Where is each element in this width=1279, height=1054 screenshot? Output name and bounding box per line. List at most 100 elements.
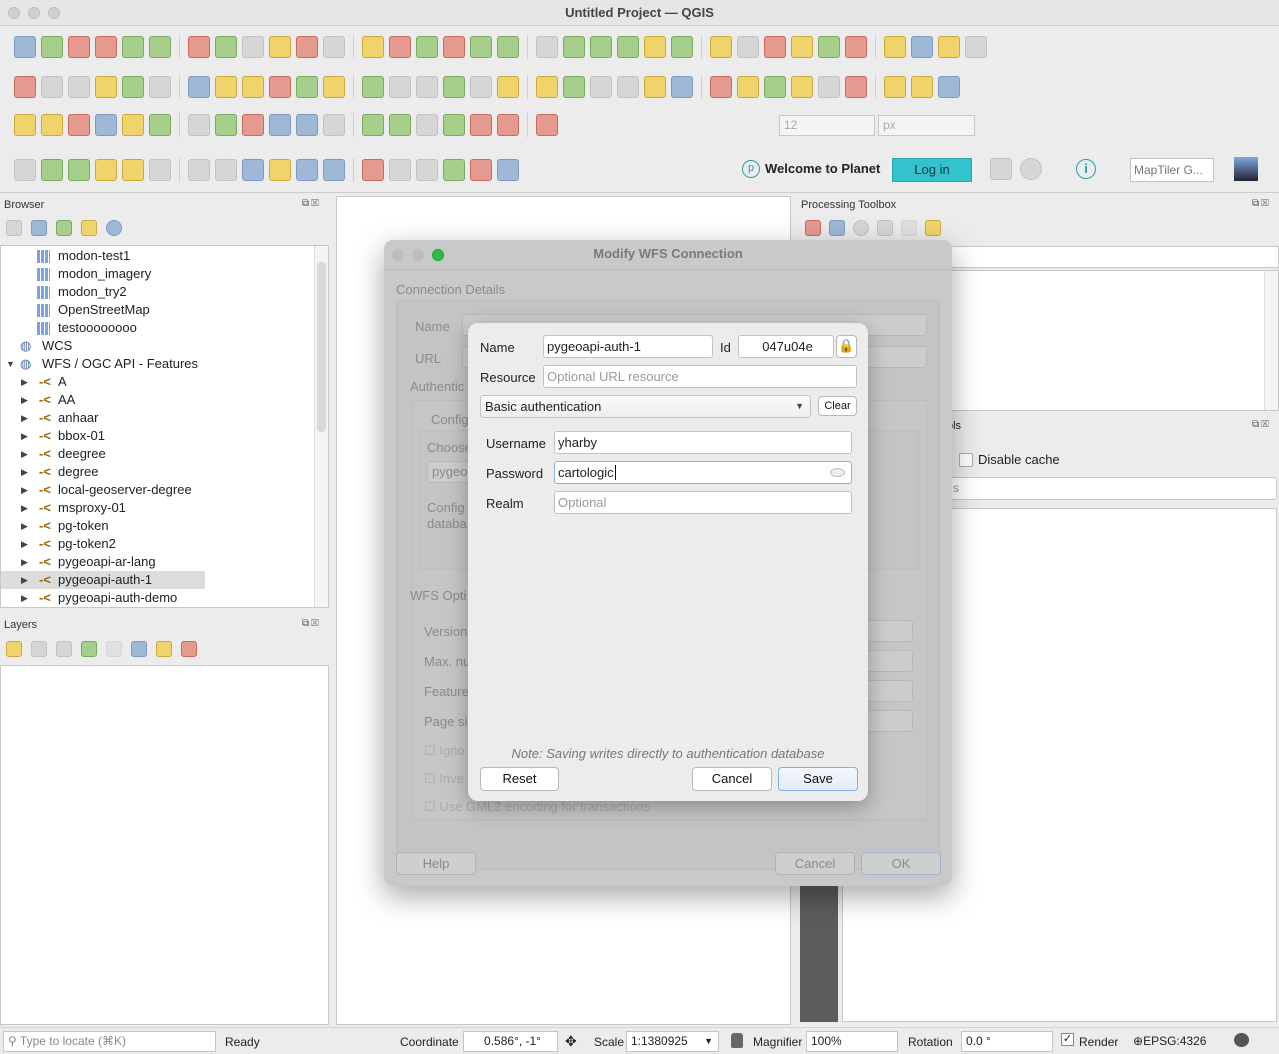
processing-scrollbar[interactable] <box>1264 271 1278 410</box>
metasearch-2-icon[interactable] <box>884 76 906 98</box>
offset-curve-icon[interactable] <box>68 114 90 136</box>
select-features-icon[interactable] <box>644 36 666 58</box>
browser-item[interactable]: testoooooooo <box>1 319 315 337</box>
expand-arrow-icon[interactable]: ▶ <box>21 463 28 481</box>
results-viewer-icon[interactable] <box>877 220 893 236</box>
identify-icon[interactable] <box>764 36 786 58</box>
collapse-all-icon[interactable] <box>156 641 172 657</box>
add-raster-icon[interactable] <box>149 76 171 98</box>
label-pin-icon[interactable] <box>617 76 639 98</box>
planet-flag-icon[interactable] <box>296 159 318 181</box>
label-rotate-icon[interactable] <box>737 76 759 98</box>
new-3d-view-icon[interactable] <box>497 36 519 58</box>
browser-item[interactable]: OpenStreetMap <box>1 301 315 319</box>
pin-icon[interactable] <box>470 159 492 181</box>
snapping-tolerance-input[interactable]: 12 <box>779 115 875 136</box>
add-point-icon[interactable] <box>95 159 117 181</box>
username-input[interactable]: yharby <box>554 431 852 454</box>
expand-all-icon[interactable] <box>131 641 147 657</box>
layout-manager-icon[interactable] <box>122 36 144 58</box>
ignore-axis-checkbox[interactable]: ☐ Igno <box>424 743 465 759</box>
browser-item[interactable]: ▶ -< AA <box>1 391 315 409</box>
auth-name-input[interactable]: pygeoapi-auth-1 <box>543 335 713 358</box>
locator-search-input[interactable]: ⚲ Type to locate (⌘K) <box>3 1031 216 1052</box>
vertex-tool-icon[interactable] <box>323 76 345 98</box>
georeferencer-icon[interactable] <box>269 159 291 181</box>
collapse-arrow-icon[interactable]: ▼ <box>6 355 15 373</box>
expand-arrow-icon[interactable]: ▶ <box>21 445 28 463</box>
expression-filter-icon[interactable] <box>106 641 122 657</box>
vertex-icon[interactable] <box>536 114 558 136</box>
expand-arrow-icon[interactable]: ▶ <box>21 427 28 445</box>
search-icon[interactable] <box>416 159 438 181</box>
locator-green-icon[interactable] <box>242 159 264 181</box>
layers-dock-buttons[interactable]: ⧉☒ <box>302 618 321 629</box>
browser-dock-buttons[interactable]: ⧉☒ <box>302 198 321 209</box>
auth-id-input[interactable]: 047u04e <box>738 335 834 358</box>
split-features-icon[interactable] <box>323 114 345 136</box>
browser-item[interactable]: ▶ -< pygeoapi-auth-demo <box>1 589 315 607</box>
delete-ring-icon[interactable] <box>215 114 237 136</box>
add-feature-icon[interactable] <box>362 76 384 98</box>
simplify-icon[interactable] <box>95 114 117 136</box>
gml2-checkbox[interactable]: ☐ Use GML2 encoding for transactions <box>424 799 650 815</box>
delete-part-icon[interactable] <box>242 114 264 136</box>
add-polygon-icon[interactable] <box>68 159 90 181</box>
select-label-icon[interactable] <box>41 159 63 181</box>
metasearch-icon[interactable] <box>845 76 867 98</box>
zoom-out-icon[interactable] <box>269 36 291 58</box>
satellite-icon[interactable] <box>497 159 519 181</box>
expand-arrow-icon[interactable]: ▶ <box>21 553 28 571</box>
pan-to-selection-icon[interactable] <box>215 36 237 58</box>
modify-attributes-icon[interactable] <box>389 76 411 98</box>
undo-icon[interactable] <box>536 76 558 98</box>
label-tool-icon[interactable] <box>14 159 36 181</box>
maptiler-search-input[interactable]: MapTiler G... <box>1130 158 1214 182</box>
expand-arrow-icon[interactable]: ▶ <box>21 409 28 427</box>
label-move-icon[interactable] <box>710 76 732 98</box>
lower-panel-input[interactable]: s <box>940 477 1277 500</box>
config-tab[interactable]: Config <box>431 412 469 427</box>
add-vector-icon[interactable] <box>188 76 210 98</box>
label-icon-2[interactable] <box>818 76 840 98</box>
history-icon[interactable] <box>853 220 869 236</box>
browser-item[interactable]: modon_try2 <box>1 283 315 301</box>
toggle-extents-icon[interactable]: ✥ <box>565 1033 577 1050</box>
redo-icon[interactable] <box>563 76 585 98</box>
remove-layer-icon[interactable] <box>181 641 197 657</box>
scale-select[interactable]: 1:1380925 ▼ <box>626 1031 719 1052</box>
expand-arrow-icon[interactable]: ▶ <box>21 391 28 409</box>
visibility-eye-icon[interactable] <box>56 641 72 657</box>
cut-icon[interactable] <box>443 76 465 98</box>
split-parts-icon[interactable] <box>362 114 384 136</box>
filter-legend-icon[interactable] <box>81 641 97 657</box>
browser-item[interactable]: ▶ -< pg-token <box>1 517 315 535</box>
add-group-icon[interactable] <box>31 641 47 657</box>
coordinate-input[interactable]: 0.586°, -1° <box>463 1031 558 1052</box>
zoom-native-icon[interactable] <box>389 36 411 58</box>
browser-item[interactable]: ▶ -< bbox-01 <box>1 427 315 445</box>
browser-item[interactable]: modon-test1 <box>1 247 315 265</box>
ruler-icon[interactable] <box>911 36 933 58</box>
browser-item[interactable]: ▶ -< local-geoserver-degree <box>1 481 315 499</box>
info-icon[interactable]: i <box>1076 159 1096 179</box>
digitize-icon[interactable] <box>296 76 318 98</box>
merge-attributes-icon[interactable] <box>416 114 438 136</box>
statistics-icon[interactable] <box>845 36 867 58</box>
zoom-selection-icon[interactable] <box>323 36 345 58</box>
browser-scrollbar[interactable] <box>314 246 328 607</box>
advanced-digitize-icon[interactable] <box>14 114 36 136</box>
merge-icon[interactable] <box>389 114 411 136</box>
node-icon[interactable] <box>188 159 210 181</box>
zoom-full-icon[interactable] <box>296 36 318 58</box>
globe-3-icon[interactable] <box>389 159 411 181</box>
browser-item[interactable]: ▶ -< pg-token2 <box>1 535 315 553</box>
password-input[interactable]: cartologic <box>554 461 852 484</box>
disable-cache-checkbox[interactable] <box>959 453 973 467</box>
python-scripts-icon[interactable] <box>829 220 845 236</box>
close-window-button[interactable] <box>8 7 20 19</box>
planet-login-button[interactable]: Log in <box>892 158 972 182</box>
maptiler-logo-icon[interactable] <box>1234 157 1258 181</box>
magnifier-spinbox[interactable]: 100% <box>806 1031 898 1052</box>
save-project-icon[interactable] <box>68 36 90 58</box>
